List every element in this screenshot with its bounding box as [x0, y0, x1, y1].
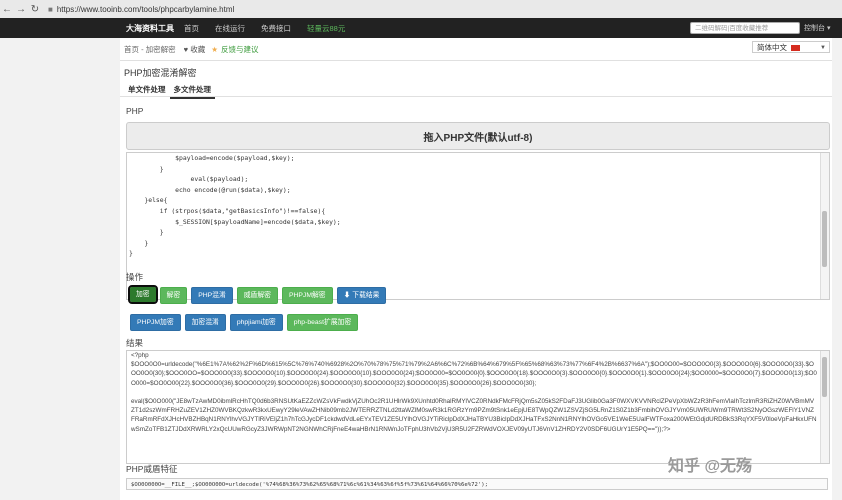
- language-selected: 简体中文: [757, 43, 787, 52]
- site-logo[interactable]: 大海资料工具: [126, 23, 184, 34]
- lock-icon: ■: [48, 4, 53, 14]
- star-icon: ★: [211, 44, 218, 54]
- actions-row-2: PHPJM加密 加密混淆 phpjiami加密 php-beast扩展加密: [130, 314, 359, 331]
- nav-online-run[interactable]: 在线运行: [215, 23, 245, 34]
- reload-icon[interactable]: ↻: [28, 2, 42, 16]
- flag-icon: [791, 45, 800, 52]
- chevron-down-icon: ▼: [820, 45, 826, 51]
- heart-icon: ♥: [183, 44, 189, 54]
- decrypt-button[interactable]: 解密: [159, 287, 188, 304]
- result-label: 结果: [126, 338, 144, 348]
- download-icon: ⬇: [343, 292, 351, 299]
- favorite-label: 收藏: [190, 44, 206, 54]
- encrypt-button[interactable]: 加密: [128, 285, 158, 304]
- editor-scrollbar[interactable]: [820, 153, 829, 299]
- nav-cloud-promo[interactable]: 轻量云88元: [307, 23, 345, 34]
- forward-icon[interactable]: →: [14, 2, 28, 16]
- back-icon[interactable]: ←: [0, 2, 14, 16]
- phpjm-decrypt-button[interactable]: PHPJM解密: [281, 287, 333, 304]
- nav-home[interactable]: 首页: [184, 23, 199, 34]
- download-label: 下载结果: [352, 292, 380, 299]
- divider: [120, 60, 832, 61]
- editor-scrollbar-thumb[interactable]: [822, 211, 827, 267]
- phpjm-encrypt-button[interactable]: PHPJM加密: [130, 314, 181, 331]
- language-select[interactable]: 简体中文 ▼: [752, 41, 830, 53]
- site-search-input[interactable]: 二维码解码|百度收藏推荐: [690, 22, 800, 34]
- weidun-decrypt-button[interactable]: 威盾解密: [236, 287, 278, 304]
- actions-row-1: 加密 解密 PHP混淆 威盾解密 PHPJM解密 ⬇ 下载结果: [128, 285, 387, 304]
- main-container: 首页 - 加密解密 ♥ 收藏 ★ 反馈与建议 简体中文 ▼ PHP加密混淆解密 …: [120, 38, 832, 500]
- divider: [120, 96, 832, 97]
- download-result-button[interactable]: ⬇ 下载结果: [336, 287, 387, 304]
- breadcrumb: 首页 - 加密解密 ♥ 收藏 ★ 反馈与建议: [120, 41, 832, 57]
- php-file-dropzone[interactable]: 拖入PHP文件(默认utf-8): [126, 122, 830, 150]
- phpjiami-encrypt-button[interactable]: phpjiami加密: [229, 314, 283, 331]
- php-section-label: PHP: [126, 106, 144, 116]
- php-obfuscate-button[interactable]: PHP混淆: [191, 287, 233, 304]
- feature-code[interactable]: $OO0O000O=__FILE__;$OO00O00O=urldecode('…: [126, 478, 828, 490]
- browser-toolbar: ← → ↻ ■ https://www.tooinb.com/tools/php…: [0, 0, 842, 19]
- php-beast-encrypt-button[interactable]: php-beast扩展加密: [286, 314, 359, 331]
- result-text[interactable]: <?php $OOO0O0=urldecode("%6E1%7A%62%2F%6…: [127, 351, 829, 434]
- address-bar[interactable]: https://www.tooinb.com/tools/phpcarbylam…: [57, 5, 234, 14]
- result-textarea[interactable]: <?php $OOO0O0=urldecode("%6E1%7A%62%2F%6…: [126, 350, 830, 464]
- page-title: PHP加密混淆解密: [124, 68, 197, 78]
- result-scrollbar-thumb[interactable]: [822, 357, 827, 397]
- breadcrumb-home[interactable]: 首页 - 加密解密: [124, 44, 176, 55]
- result-scrollbar[interactable]: [820, 351, 829, 463]
- php-code-editor[interactable]: $payload=encode($payload,$key); } eval($…: [126, 152, 830, 300]
- favorite-link[interactable]: ♥ 收藏: [184, 44, 206, 55]
- php-code-text[interactable]: $payload=encode($payload,$key); } eval($…: [127, 153, 829, 259]
- encrypt-obfuscate-button[interactable]: 加密混淆: [184, 314, 226, 331]
- console-menu[interactable]: 控制台 ▾: [804, 23, 830, 33]
- actions-label: 操作: [126, 272, 144, 282]
- zhihu-watermark: 知乎 @无殇: [668, 458, 753, 475]
- nav-free-api[interactable]: 免费接口: [261, 23, 291, 34]
- feedback-link[interactable]: 反馈与建议: [221, 44, 259, 55]
- feature-label: PHP威盾特征: [126, 464, 178, 474]
